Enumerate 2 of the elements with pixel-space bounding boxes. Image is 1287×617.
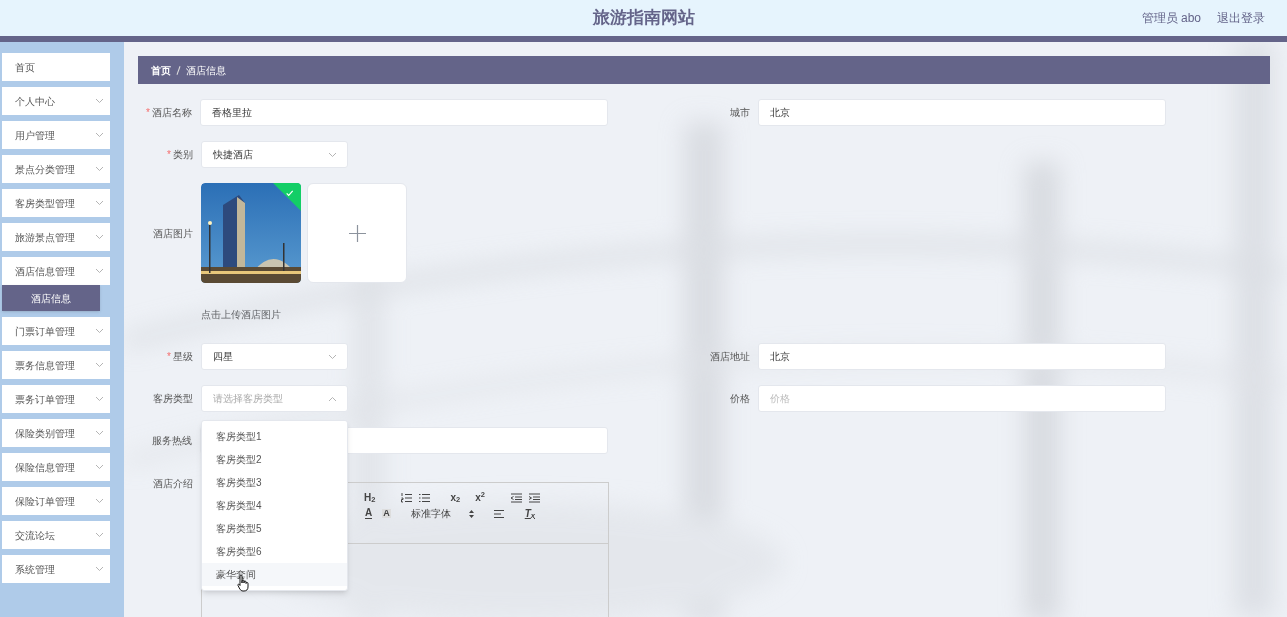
user-name: 管理员 abo [1141,10,1201,27]
site-title: 旅游指南网站 [592,8,695,28]
